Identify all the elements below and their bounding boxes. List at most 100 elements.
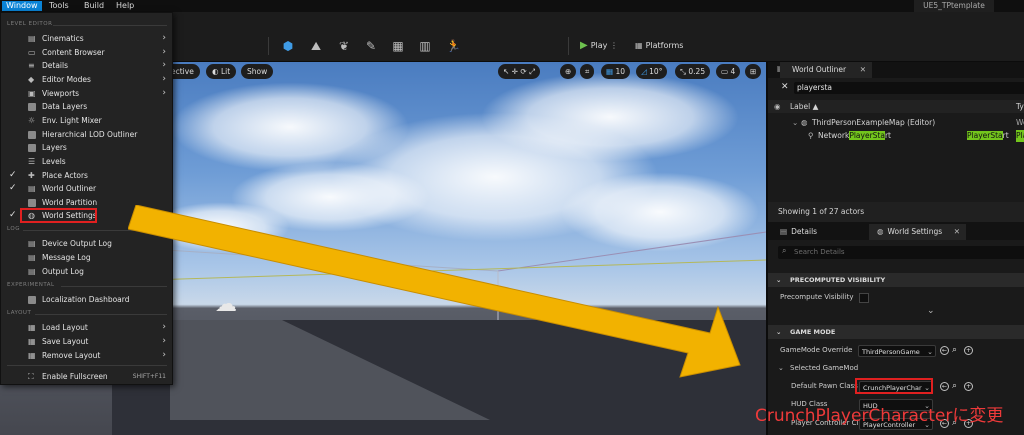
menu-window[interactable]: Window: [2, 1, 42, 11]
actor-label-prefix: Network: [818, 131, 850, 140]
project-tab[interactable]: UE5_TPtemplate: [914, 0, 994, 12]
default-pawn-highlight-box: [855, 378, 933, 394]
chevron-right-icon: ›: [162, 47, 166, 57]
chevron-down-icon[interactable]: ⌄: [778, 361, 784, 376]
section-divider: [53, 25, 167, 26]
fullscreen-icon: ⛶: [28, 372, 34, 381]
tree-row-map[interactable]: ⌄ ◍ ThirdPersonExampleMap (Editor) Wo: [768, 117, 1024, 129]
show-button[interactable]: Show: [241, 64, 274, 79]
play-button[interactable]: ▶ Play ⋮: [580, 38, 618, 54]
foliage-mode-icon[interactable]: ❦: [337, 39, 351, 53]
mesh-paint-icon[interactable]: ✎: [364, 39, 378, 53]
play-options-icon[interactable]: ⋮: [610, 41, 618, 50]
search-match-highlight: PlayerSta: [849, 131, 885, 140]
clear-search-icon[interactable]: ✕: [781, 82, 789, 92]
lit-icon: ◐: [212, 67, 221, 76]
surface-snap-icon[interactable]: ⌗: [580, 64, 595, 79]
category-precomputed-visibility[interactable]: ⌄ PRECOMPUTED VISIBILITY: [768, 273, 1024, 287]
menu-item-levels[interactable]: ☰ Levels: [1, 155, 172, 168]
transform-tools-group[interactable]: ↖ ✛ ⟳ ⤢: [498, 64, 541, 79]
prop-precompute-visibility: Precompute Visibility: [768, 290, 1024, 305]
details-search-input[interactable]: Search Details: [778, 246, 1024, 259]
advanced-expand-icon[interactable]: ⌄: [927, 306, 935, 316]
menu-item-details[interactable]: ≡ Details ›: [1, 59, 172, 72]
platforms-button[interactable]: ▦ Platforms: [635, 38, 683, 54]
menu-item-editor-modes[interactable]: ◆ Editor Modes ›: [1, 73, 172, 86]
lit-mode-button[interactable]: ◐ Lit: [206, 64, 237, 79]
precompute-visibility-checkbox[interactable]: [859, 293, 869, 303]
checkmark-icon: ✓: [9, 210, 17, 220]
log-icon: ▤: [28, 253, 36, 262]
animation-mode-icon[interactable]: 🏃: [446, 39, 461, 53]
tab-details[interactable]: ▤ Details: [774, 224, 866, 240]
actor-type: PlayerStart: [967, 130, 1009, 142]
folder-icon: ▭: [28, 48, 36, 57]
outliner-icon: ▤: [28, 184, 36, 193]
close-icon[interactable]: ✕: [954, 224, 960, 240]
map-label: ThirdPersonExampleMap (Editor): [812, 118, 936, 127]
tab-world-outliner[interactable]: World Outliner ✕: [780, 62, 872, 78]
tab-world-settings[interactable]: ◍ World Settings ✕: [869, 224, 966, 240]
search-icon: ⌕: [782, 246, 787, 255]
visibility-eye-icon[interactable]: ◉: [774, 100, 781, 113]
gamemode-override-combo[interactable]: ThirdPersonGame ⌄: [858, 345, 936, 357]
menu-build[interactable]: Build: [80, 1, 108, 11]
menu-item-cinematics[interactable]: ▤ Cinematics ›: [1, 32, 172, 45]
menu-item-hlod-outliner[interactable]: Hierarchical LOD Outliner: [1, 128, 172, 141]
scale-snap-button[interactable]: ⤡ 0.25: [675, 64, 711, 79]
chevron-down-icon: ⌄: [776, 276, 782, 284]
column-label-header[interactable]: Label ▲: [790, 100, 818, 113]
section-header-log: LOG: [7, 226, 20, 232]
use-selected-icon[interactable]: ←: [940, 346, 949, 355]
menu-item-label: Levels: [42, 157, 66, 166]
column-type-header[interactable]: Ty: [1016, 100, 1024, 113]
world-local-icon[interactable]: ⊕: [560, 64, 577, 79]
maximize-viewport-icon[interactable]: ⊞: [745, 64, 762, 79]
cinematics-icon[interactable]: ▥: [418, 39, 432, 53]
angle-snap-value: 10°: [649, 67, 663, 76]
outliner-column-header: ◉ Label ▲ Ty: [768, 100, 1024, 113]
angle-snap-button[interactable]: ◿ 10°: [636, 64, 668, 79]
category-label: GAME MODE: [790, 328, 836, 336]
details-icon: ▤: [780, 227, 788, 236]
grid-snap-value: 10: [615, 67, 626, 76]
angle-snap-icon: ◿: [641, 67, 650, 76]
play-label: Play: [590, 41, 608, 50]
menu-item-label: Content Browser: [42, 48, 105, 57]
menu-item-label: Place Actors: [42, 171, 88, 180]
menu-item-label: World Outliner: [42, 184, 97, 193]
select-mode-icon[interactable]: ⬢: [281, 39, 295, 53]
landscape-mode-icon[interactable]: ⛰: [309, 39, 323, 53]
tree-row-network-player-start[interactable]: ⚲ NetworkPlayerStart PlayerStart Pla: [768, 130, 1024, 142]
outliner-search-input[interactable]: playersta: [794, 82, 1024, 94]
category-game-mode[interactable]: ⌄ GAME MODE: [768, 325, 1024, 339]
toolbar-separator: [268, 37, 269, 55]
browse-icon[interactable]: ⌕: [952, 379, 957, 394]
menu-item-viewports[interactable]: ▣ Viewports ›: [1, 87, 172, 100]
add-icon[interactable]: +: [964, 382, 973, 391]
menu-item-env-light-mixer[interactable]: ☼ Env. Light Mixer: [1, 114, 172, 127]
menu-item-data-layers[interactable]: Data Layers: [1, 100, 172, 113]
camera-speed-button[interactable]: ▭ 4: [716, 64, 741, 79]
list-icon: ≡: [28, 61, 35, 70]
menu-item-layers[interactable]: Layers: [1, 141, 172, 154]
prop-label: Precompute Visibility: [780, 293, 854, 301]
menu-tools[interactable]: Tools: [45, 1, 73, 11]
log-icon: ▤: [28, 267, 36, 276]
menu-item-label: Env. Light Mixer: [42, 116, 102, 125]
grid-snap-button[interactable]: ▦ 10: [601, 64, 631, 79]
menu-item-world-outliner[interactable]: ✓ ▤ World Outliner: [1, 182, 172, 195]
use-selected-icon[interactable]: ←: [940, 382, 949, 391]
fracture-mode-icon[interactable]: ▦: [391, 39, 405, 53]
world-settings-highlight-box: [20, 208, 97, 223]
menu-help[interactable]: Help: [112, 1, 138, 11]
menu-item-place-actors[interactable]: ✓ ✚ Place Actors: [1, 169, 172, 182]
expand-arrow-icon[interactable]: ⌄: [792, 117, 798, 129]
menu-item-label: Hierarchical LOD Outliner: [42, 130, 138, 139]
play-icon: ▶: [580, 40, 588, 51]
platforms-label: Platforms: [645, 41, 684, 50]
browse-icon[interactable]: ⌕: [952, 343, 957, 358]
close-icon[interactable]: ✕: [860, 62, 866, 78]
add-icon[interactable]: +: [964, 346, 973, 355]
menu-item-content-browser[interactable]: ▭ Content Browser ›: [1, 46, 172, 59]
